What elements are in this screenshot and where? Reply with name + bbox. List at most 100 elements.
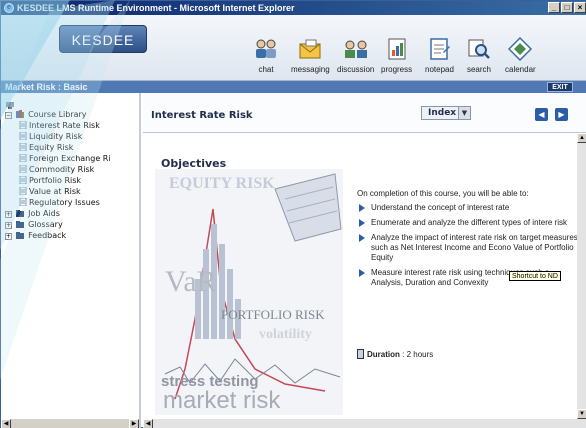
next-page-button[interactable]: ▶ [555,108,568,121]
tree-group-label: Glossary [28,220,63,229]
scroll-up-button[interactable]: ▲ [577,133,586,143]
maximize-button[interactable]: □ [561,2,573,13]
notepad-button[interactable]: notepad [425,37,454,74]
notepad-label: notepad [425,65,454,74]
tree-item-topic[interactable]: Portfolio Risk [5,175,111,186]
ie-icon: e [4,3,14,13]
expand-icon[interactable]: + [5,233,12,240]
tree-item-topic[interactable]: Interest Rate Risk [5,120,111,131]
scroll-left-button[interactable]: ◀ [1,419,11,428]
list-item: Enumerate and analyze the different type… [357,218,581,228]
shortcut-tooltip: Shortcut to ND [509,271,561,281]
messaging-button[interactable]: messaging [291,37,330,74]
tree-item-label: Regulatory Issues [29,198,100,207]
index-label: Index [428,108,457,118]
bullet-arrow-icon [359,269,365,277]
tree-item-topic[interactable]: Commodity Risk [5,164,111,175]
tree-item-label: Value at Risk [29,187,81,196]
document-icon [19,143,27,151]
content-horizontal-scrollbar[interactable]: ◀ [143,419,586,428]
expand-icon[interactable]: + [5,211,12,218]
scroll-down-button[interactable]: ▼ [577,409,586,419]
document-icon [19,154,27,162]
search-label: search [466,65,491,74]
tree-item-label: Commodity Risk [29,165,95,174]
progress-label: progress [381,65,413,74]
document-icon [19,121,27,129]
list-item: Understand the concept of interest rate [357,203,581,213]
course-title: Market Risk : Basic [5,82,88,92]
expand-icon[interactable]: + [5,222,12,229]
previous-page-button[interactable]: ◀ [535,108,548,121]
tree-item-topic[interactable]: Regulatory Issues [5,197,111,208]
tree-item-label: Equity Risk [29,143,74,152]
browser-window: e KESDEE LMS Runtime Environment - Micro… [0,0,586,428]
bullet-arrow-icon [359,219,365,227]
objective-text: Understand the concept of interest rate [371,203,510,212]
folder-icon [15,221,24,228]
discussion-icon [344,40,367,58]
tree-horizontal-scrollbar[interactable]: ◀ ▶ [1,419,139,428]
exit-button[interactable]: EXIT [547,82,573,92]
notepad-icon [430,38,451,60]
content-pane: Interest Rate Risk Index ▼ ◀ ▶ Objective… [143,93,586,428]
minimize-button[interactable]: _ [548,2,560,13]
duration-label: Duration [367,350,400,359]
tree-item-topic[interactable]: Liquidity Risk [5,131,111,142]
calendar-icon [508,37,533,61]
close-button[interactable]: × [574,2,586,13]
document-icon [19,176,27,184]
list-item: Analyze the impact of interest rate risk… [357,233,581,263]
tree-item-topic[interactable]: Value at Risk [5,186,111,197]
collage-word: PORTFOLIO RISK [221,307,325,322]
course-duration: Duration : 2 hours [357,349,433,359]
progress-icon [388,38,406,60]
kesdee-logo: KESDEE [59,25,147,53]
tree-item-label: Interest Rate Risk [29,121,100,130]
tree-item-course-library[interactable]: − Course Library [5,109,111,120]
search-icon [468,39,490,59]
title-bar: e KESDEE LMS Runtime Environment - Micro… [1,1,586,15]
discussion-label: discussion [337,65,375,74]
discussion-button[interactable]: discussion [337,37,374,74]
bullet-arrow-icon [359,234,365,242]
scroll-left-button[interactable]: ◀ [143,419,153,428]
tree-group-label: Job Aids [28,209,60,218]
window-title: KESDEE LMS Runtime Environment - Microso… [17,3,295,13]
messaging-icon [299,39,321,59]
folder-icon [15,210,24,217]
chevron-down-icon[interactable]: ▼ [458,107,470,119]
tree-root-label: Course Library [28,110,87,119]
calendar-button[interactable]: calendar [505,37,536,74]
duration-value: : 2 hours [402,350,434,359]
tree-item-topic[interactable]: Foreign Exchange Ri [5,153,111,164]
chat-button[interactable]: chat [253,37,279,74]
chat-label: chat [258,65,274,74]
chat-icon [256,39,276,58]
bullet-arrow-icon [359,204,365,212]
tree-item-topic[interactable]: Equity Risk [5,142,111,153]
tree-root-icon-row [5,101,111,109]
page-title: Interest Rate Risk [151,110,253,121]
document-icon [19,198,27,206]
index-dropdown[interactable]: Index ▼ [421,106,471,120]
collapse-icon[interactable]: − [5,112,12,119]
tree-item-feedback[interactable]: + Feedback [5,230,111,241]
document-icon [19,132,27,140]
collage-word: market risk [163,387,281,414]
tree-item-job-aids[interactable]: + Job Aids [5,208,111,219]
content-vertical-scrollbar[interactable]: ▲ ▼ [577,133,586,419]
tree-item-glossary[interactable]: + Glossary [5,219,111,230]
content-header: Interest Rate Risk Index ▼ ◀ ▶ [143,93,586,133]
tree-group-label: Feedback [28,231,67,240]
search-button[interactable]: search [466,37,492,74]
risk-collage-image: EQUITY RISK VaR PORTFOLIO RISK volatilit… [155,169,343,415]
books-icon [15,110,24,118]
toolbar-banner: KESDEE chat messaging discussion progres… [1,15,586,81]
scroll-right-button[interactable]: ▶ [129,419,139,428]
progress-button[interactable]: progress [381,37,412,74]
calendar-label: calendar [505,65,536,74]
hourglass-icon [357,349,364,359]
tree-item-label: Portfolio Risk [29,176,82,185]
tree-item-label: Foreign Exchange Ri [29,154,111,163]
